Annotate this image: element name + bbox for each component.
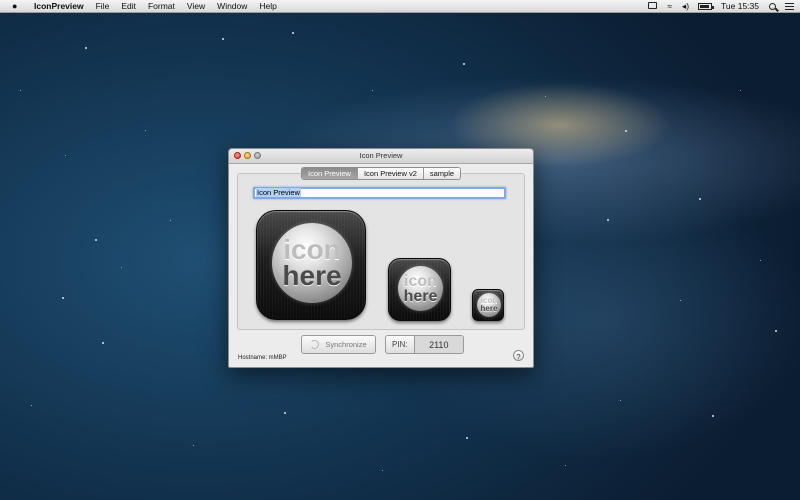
icon-preview-window: Icon Preview Icon Preview icon here icon…: [228, 148, 534, 368]
wifi-icon[interactable]: ≈: [662, 0, 677, 12]
tab-icon-preview[interactable]: Icon Preview: [302, 168, 358, 179]
icon-preview-medium: icon here: [388, 258, 451, 321]
icon-name-field[interactable]: Icon Preview: [253, 187, 506, 199]
icon-name-text: Icon Preview: [256, 188, 301, 197]
menu-file[interactable]: File: [90, 0, 116, 12]
tab-bar: Icon Preview Icon Preview v2 sample: [301, 167, 462, 180]
notification-list-icon[interactable]: [785, 2, 794, 10]
hostname-label: Hostname: mMBP: [238, 355, 287, 361]
display-icon[interactable]: [648, 2, 658, 10]
window-titlebar[interactable]: Icon Preview: [229, 149, 533, 164]
tab-icon-preview-v2[interactable]: Icon Preview v2: [357, 168, 424, 179]
synchronize-button[interactable]: Synchronize: [301, 335, 376, 354]
tab-content-panel: Icon Preview icon here icon here icon he…: [237, 173, 525, 330]
sphere-large: icon here: [272, 223, 352, 303]
icon-word-2: here: [282, 260, 342, 291]
minimize-window-icon[interactable]: [244, 152, 251, 159]
menu-edit[interactable]: Edit: [115, 0, 142, 12]
icon-word-1: icon: [404, 272, 437, 290]
pin-label: PIN:: [386, 336, 415, 353]
pin-display: PIN: 2110: [385, 335, 464, 354]
help-button[interactable]: ?: [513, 350, 524, 361]
synchronize-label: Synchronize: [325, 340, 367, 349]
pin-value: 2110: [414, 336, 463, 353]
apple-menu-icon[interactable]: ●: [12, 0, 22, 12]
close-window-icon[interactable]: [234, 152, 241, 159]
sphere-small: icon here: [477, 293, 501, 317]
icon-preview-large: icon here: [256, 210, 366, 320]
zoom-window-icon[interactable]: [254, 152, 261, 159]
menu-bar: ● IconPreview File Edit Format View Wind…: [0, 0, 800, 13]
tab-sample[interactable]: sample: [423, 168, 461, 179]
icon-preview-small: icon here: [472, 289, 504, 321]
volume-icon[interactable]: ◂): [677, 0, 694, 12]
sphere-medium: icon here: [398, 266, 443, 311]
window-title: Icon Preview: [359, 151, 403, 160]
sync-icon: [310, 340, 320, 349]
spotlight-search-icon[interactable]: [769, 2, 776, 10]
menu-format[interactable]: Format: [142, 0, 181, 12]
menu-clock[interactable]: Tue 15:35: [716, 0, 764, 12]
menu-extras: ≈ ◂) Tue 15:35: [644, 0, 800, 12]
menu-app-name[interactable]: IconPreview: [22, 0, 90, 12]
battery-icon[interactable]: [698, 2, 715, 10]
menu-window[interactable]: Window: [211, 0, 253, 12]
menu-help[interactable]: Help: [253, 0, 282, 12]
icon-word-2: here: [480, 304, 498, 313]
menu-view[interactable]: View: [181, 0, 211, 12]
icon-word-2: here: [403, 287, 438, 305]
